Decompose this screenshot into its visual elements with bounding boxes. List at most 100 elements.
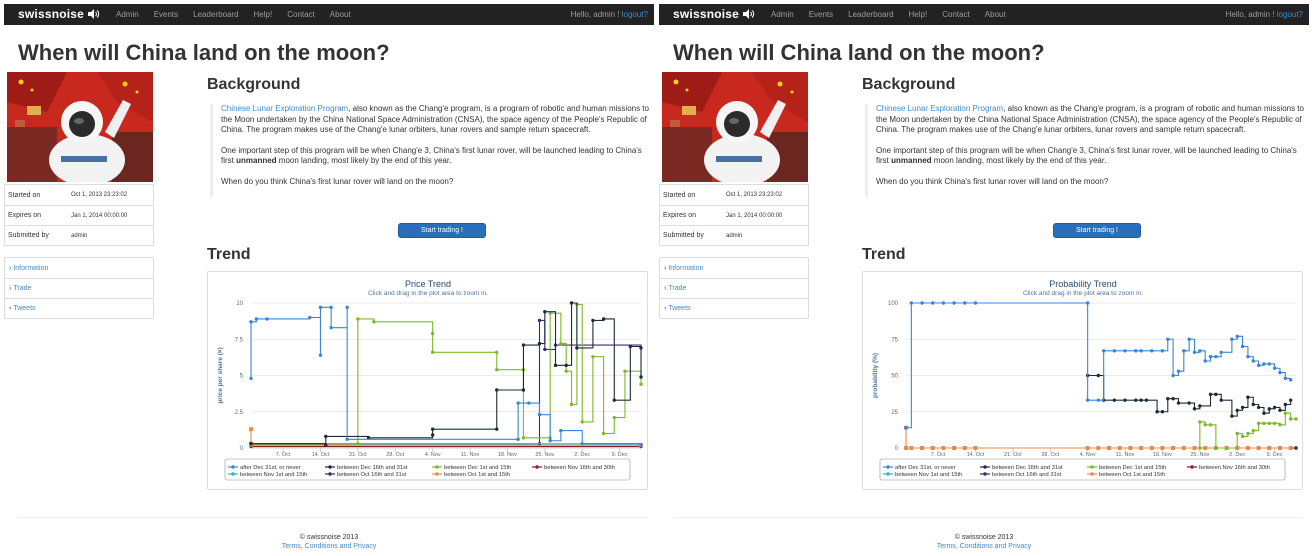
data-point <box>1256 446 1261 450</box>
data-point <box>1134 349 1138 353</box>
footer: © swissnoise 2013 Terms, Conditions and … <box>659 533 1309 551</box>
legend-label: between Dec 16th and 31st <box>337 465 408 471</box>
legend-marker <box>435 465 439 469</box>
data-point <box>1240 344 1245 349</box>
data-point <box>537 412 542 417</box>
nav-events[interactable]: Events <box>154 10 178 19</box>
chart-legend: after Dec 31st, or never between Dec 16th… <box>879 458 1286 481</box>
data-point <box>1144 398 1149 402</box>
data-point <box>973 301 978 305</box>
data-point <box>372 320 376 324</box>
data-point <box>521 436 526 440</box>
data-point <box>1235 408 1239 412</box>
sidenav-item-tweets[interactable]: › Tweets <box>660 298 808 318</box>
legend-marker <box>231 472 235 476</box>
sidenav-item-information[interactable]: › Information <box>5 258 153 278</box>
nav-admin[interactable]: Admin <box>771 10 794 19</box>
data-point <box>1230 337 1234 341</box>
data-point <box>1187 401 1191 405</box>
data-point <box>1267 407 1271 411</box>
data-point <box>1283 376 1288 381</box>
data-point <box>1208 354 1213 359</box>
brand-logo[interactable]: swissnoise <box>673 7 755 22</box>
start-trading-button[interactable]: Start trading ! <box>398 223 486 238</box>
data-point <box>249 427 253 432</box>
terms-link[interactable]: Terms, Conditions and Privacy <box>4 542 654 551</box>
sidenav-item-tweets[interactable]: › Tweets <box>5 298 153 318</box>
logout-link[interactable]: logout? <box>1277 10 1303 19</box>
legend-label: between Nov 16th and 30th <box>1199 465 1270 471</box>
nav-leaderboard[interactable]: Leaderboard <box>193 10 238 19</box>
data-point <box>591 354 595 359</box>
x-tick-label: 4. Nov <box>1080 452 1096 458</box>
nav-leaderboard[interactable]: Leaderboard <box>848 10 893 19</box>
data-point <box>591 318 595 323</box>
nav-contact[interactable]: Contact <box>942 10 970 19</box>
sidenav-item-trade[interactable]: › Trade <box>660 278 808 298</box>
data-point <box>909 301 914 305</box>
data-point <box>1128 446 1133 450</box>
data-point <box>1245 446 1250 450</box>
chart-title: Probability Trend <box>1049 279 1117 289</box>
data-point <box>249 441 253 446</box>
lunar-program-link[interactable]: Chinese Lunar Exploration Program <box>221 104 348 113</box>
nav-help[interactable]: Help! <box>909 10 928 19</box>
nav-events[interactable]: Events <box>809 10 833 19</box>
data-point <box>1219 350 1223 354</box>
data-point <box>920 446 925 450</box>
background-paragraph: One important step of this program will … <box>221 145 642 166</box>
data-point <box>1214 354 1218 359</box>
legend-item: between Oct 16th and 31st <box>325 472 407 478</box>
y-tick-label: 10 <box>236 301 243 307</box>
data-point <box>1262 421 1266 426</box>
data-point <box>1187 337 1191 341</box>
nav-contact[interactable]: Contact <box>287 10 315 19</box>
sidenav-item-trade[interactable]: › Trade <box>5 278 153 298</box>
chevron-right-icon: › <box>9 264 12 272</box>
legend-item: between Dec 16th and 31st <box>325 465 408 471</box>
background-heading: Background <box>862 76 956 93</box>
series-line <box>1199 412 1296 449</box>
data-point <box>1251 402 1255 407</box>
data-point <box>1278 408 1282 412</box>
series-1 <box>904 301 1293 430</box>
logout-link[interactable]: logout? <box>622 10 648 19</box>
data-point <box>249 320 253 324</box>
data-point <box>1288 417 1293 421</box>
nav-help[interactable]: Help! <box>254 10 273 19</box>
footer-divider <box>18 517 648 518</box>
info-row: Submitted by admin <box>5 225 153 245</box>
legend-item: between Nov 1st and 15th <box>228 472 307 478</box>
data-point <box>1171 373 1175 378</box>
start-trading-button[interactable]: Start trading ! <box>1053 223 1141 238</box>
legend-marker <box>435 472 439 476</box>
data-point <box>1208 423 1213 427</box>
nav-about[interactable]: About <box>985 10 1006 19</box>
data-point <box>1192 446 1197 450</box>
data-point <box>1198 404 1202 408</box>
data-point <box>1176 369 1181 373</box>
data-point <box>1240 405 1245 410</box>
info-value: admin <box>71 232 88 239</box>
x-tick-label: 7. Oct <box>276 452 291 458</box>
trend-chart[interactable]: Probability Trend Click and drag in the p… <box>862 271 1303 490</box>
data-point <box>909 446 914 450</box>
x-tick-label: 18. Nov <box>498 452 517 458</box>
legend-item: between Dec 1st and 15th <box>432 465 511 471</box>
nav-admin[interactable]: Admin <box>116 10 139 19</box>
data-point <box>1272 366 1277 370</box>
terms-link[interactable]: Terms, Conditions and Privacy <box>659 542 1309 551</box>
nav-about[interactable]: About <box>330 10 351 19</box>
info-label: Expires on <box>663 212 697 219</box>
info-label: Submitted by <box>663 232 704 239</box>
sidenav-item-information[interactable]: › Information <box>660 258 808 278</box>
data-point <box>265 317 269 321</box>
x-tick-label: 28. Oct <box>386 452 404 458</box>
legend-label: between Oct 16th and 31st <box>992 472 1062 478</box>
brand-logo[interactable]: swissnoise <box>18 7 100 22</box>
chevron-right-icon: › <box>664 264 667 272</box>
y-tick-label: 100 <box>888 301 899 307</box>
trend-chart[interactable]: Price Trend Click and drag in the plot ar… <box>207 271 648 490</box>
data-point <box>1139 446 1144 450</box>
lunar-program-link[interactable]: Chinese Lunar Exploration Program <box>876 104 1003 113</box>
